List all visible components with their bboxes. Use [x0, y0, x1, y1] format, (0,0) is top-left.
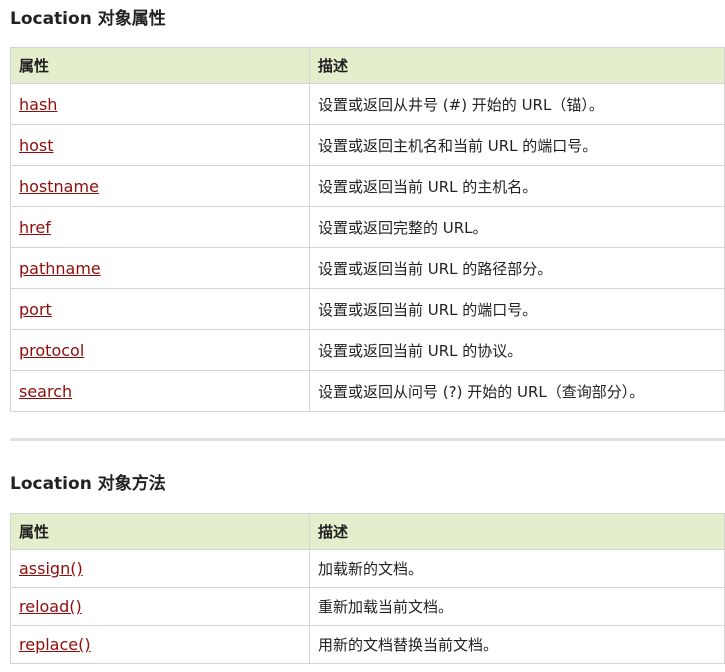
- property-description: 设置或返回当前 URL 的端口号。: [309, 288, 725, 330]
- property-link-href[interactable]: href: [19, 218, 51, 237]
- table-row: hash 设置或返回从井号 (#) 开始的 URL（锚）。: [10, 83, 725, 125]
- table-row: host 设置或返回主机名和当前 URL 的端口号。: [10, 124, 725, 166]
- section-divider: [10, 438, 725, 441]
- property-description: 设置或返回主机名和当前 URL 的端口号。: [309, 124, 725, 166]
- table-row: href 设置或返回完整的 URL。: [10, 206, 725, 248]
- properties-section-title: Location 对象属性: [10, 9, 166, 29]
- method-description: 加载新的文档。: [309, 549, 725, 588]
- property-name-cell: protocol: [10, 329, 310, 371]
- methods-table: 属性 描述 assign() 加载新的文档。 reload() 重新加载当前文档…: [10, 513, 725, 664]
- property-name-cell: host: [10, 124, 310, 166]
- property-name-cell: pathname: [10, 247, 310, 289]
- method-link-assign[interactable]: assign(): [19, 559, 83, 578]
- column-header-property: 属性: [10, 513, 310, 550]
- property-description: 设置或返回当前 URL 的路径部分。: [309, 247, 725, 289]
- property-description: 设置或返回从问号 (?) 开始的 URL（查询部分）。: [309, 370, 725, 412]
- column-header-description: 描述: [309, 47, 725, 84]
- method-description: 用新的文档替换当前文档。: [309, 625, 725, 664]
- method-description: 重新加载当前文档。: [309, 587, 725, 626]
- table-row: assign() 加载新的文档。: [10, 549, 725, 588]
- table-row: search 设置或返回从问号 (?) 开始的 URL（查询部分）。: [10, 370, 725, 412]
- property-description: 设置或返回完整的 URL。: [309, 206, 725, 248]
- property-description: 设置或返回当前 URL 的协议。: [309, 329, 725, 371]
- table-row: hostname 设置或返回当前 URL 的主机名。: [10, 165, 725, 207]
- property-link-search[interactable]: search: [19, 382, 72, 401]
- table-row: replace() 用新的文档替换当前文档。: [10, 625, 725, 664]
- property-name-cell: port: [10, 288, 310, 330]
- method-name-cell: reload(): [10, 587, 310, 626]
- table-row: port 设置或返回当前 URL 的端口号。: [10, 288, 725, 330]
- table-row: protocol 设置或返回当前 URL 的协议。: [10, 329, 725, 371]
- property-link-hostname[interactable]: hostname: [19, 177, 99, 196]
- property-description: 设置或返回从井号 (#) 开始的 URL（锚）。: [309, 83, 725, 125]
- method-name-cell: replace(): [10, 625, 310, 664]
- table-header-row: 属性 描述: [10, 47, 725, 84]
- property-link-host[interactable]: host: [19, 136, 54, 155]
- table-header-row: 属性 描述: [10, 513, 725, 550]
- table-row: pathname 设置或返回当前 URL 的路径部分。: [10, 247, 725, 289]
- methods-section-title: Location 对象方法: [10, 474, 166, 494]
- property-link-pathname[interactable]: pathname: [19, 259, 101, 278]
- table-row: reload() 重新加载当前文档。: [10, 587, 725, 626]
- column-header-property: 属性: [10, 47, 310, 84]
- property-name-cell: search: [10, 370, 310, 412]
- column-header-description: 描述: [309, 513, 725, 550]
- property-name-cell: href: [10, 206, 310, 248]
- method-name-cell: assign(): [10, 549, 310, 588]
- method-link-replace[interactable]: replace(): [19, 635, 91, 654]
- properties-table: 属性 描述 hash 设置或返回从井号 (#) 开始的 URL（锚）。 host…: [10, 47, 725, 412]
- property-link-protocol[interactable]: protocol: [19, 341, 84, 360]
- property-link-hash[interactable]: hash: [19, 95, 57, 114]
- property-name-cell: hash: [10, 83, 310, 125]
- method-link-reload[interactable]: reload(): [19, 597, 82, 616]
- property-description: 设置或返回当前 URL 的主机名。: [309, 165, 725, 207]
- property-name-cell: hostname: [10, 165, 310, 207]
- property-link-port[interactable]: port: [19, 300, 52, 319]
